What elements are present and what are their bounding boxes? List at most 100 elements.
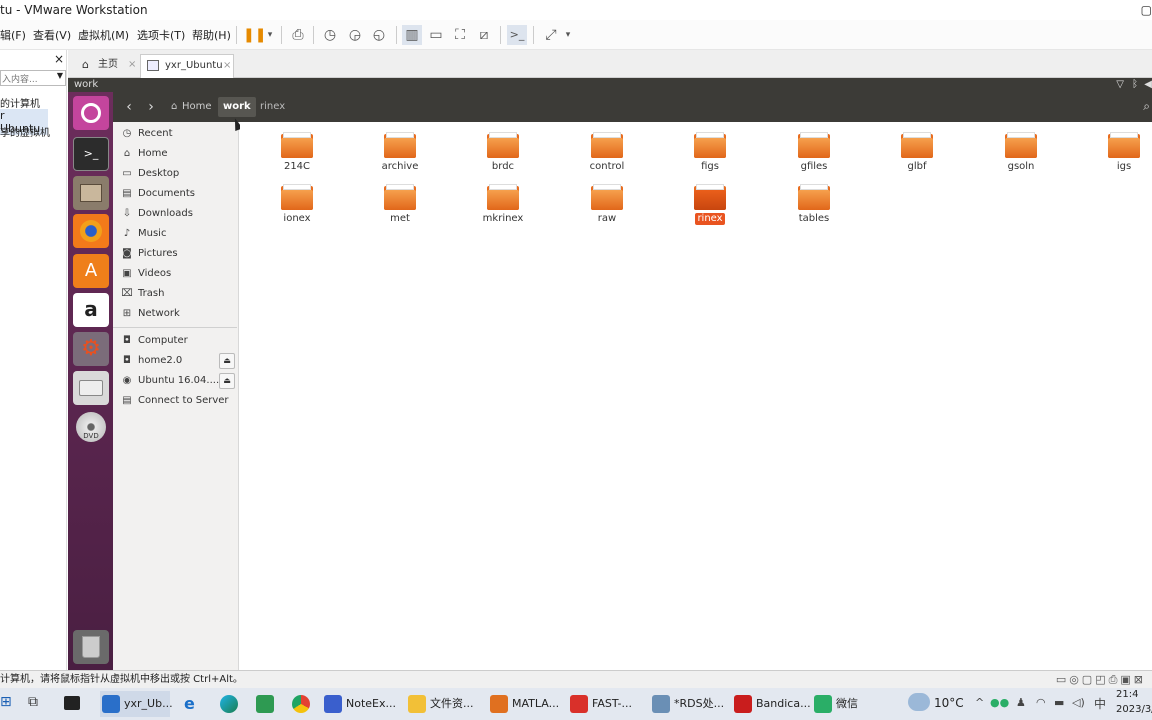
sidebar-item-ubuntu-disc[interactable]: ◉ Ubuntu 16.04.... ⏏ bbox=[113, 371, 237, 391]
settings-icon[interactable]: ⚙ bbox=[73, 332, 109, 366]
breadcrumb-rinex[interactable]: rinex bbox=[255, 97, 290, 117]
taskbar-item[interactable]: *RDS处... bbox=[650, 691, 724, 717]
speaker-icon[interactable]: ◁) bbox=[1072, 696, 1085, 709]
back-button[interactable]: ‹ bbox=[119, 97, 139, 117]
sidebar-item-downloads[interactable]: ⇩ Downloads bbox=[113, 204, 237, 224]
menu-tabs[interactable]: 选项卡(T) bbox=[137, 27, 185, 43]
chevron-up-icon[interactable]: ^ bbox=[975, 696, 984, 709]
unity-icon[interactable]: ⧄ bbox=[474, 25, 494, 45]
tray-icon[interactable]: ♟ bbox=[1016, 696, 1026, 709]
folder-item[interactable]: met bbox=[355, 174, 445, 224]
folder-item[interactable]: gsoln bbox=[976, 122, 1066, 172]
sidebar-item-pictures[interactable]: ◙ Pictures bbox=[113, 244, 237, 264]
close-icon[interactable]: × bbox=[128, 54, 136, 76]
folder-item[interactable]: 214C bbox=[252, 122, 342, 172]
folder-item[interactable]: gfiles bbox=[769, 122, 859, 172]
snapshot-manager-icon[interactable]: ◵ bbox=[369, 25, 389, 45]
menu-help[interactable]: 帮助(H) bbox=[192, 27, 231, 43]
library-item-my-computer[interactable]: 的计算机 bbox=[0, 95, 40, 110]
ime-indicator[interactable]: 中 bbox=[1094, 695, 1106, 712]
taskbar-item[interactable]: Bandica... bbox=[732, 691, 811, 717]
amazon-icon[interactable]: a bbox=[73, 293, 109, 327]
send-keys-icon[interactable]: ⎙ bbox=[288, 25, 308, 45]
search-icon[interactable]: ⌕ bbox=[1143, 99, 1150, 114]
speaker-icon[interactable]: ◀ bbox=[1144, 78, 1152, 92]
taskbar-item[interactable]: 文件资... bbox=[406, 691, 474, 717]
chevron-down-icon[interactable]: ▾ bbox=[260, 25, 280, 45]
dvd-icon[interactable]: DVD bbox=[73, 410, 109, 444]
tab-vm[interactable]: yxr_Ubuntu × bbox=[140, 54, 234, 78]
eject-icon[interactable]: ⏏ bbox=[219, 353, 235, 369]
sidebar-item-documents[interactable]: ▤ Documents bbox=[113, 184, 237, 204]
battery-icon[interactable]: ▬ bbox=[1054, 696, 1064, 709]
start-icon[interactable]: ⊞ bbox=[0, 694, 12, 710]
edge-icon[interactable] bbox=[220, 695, 238, 713]
wifi-icon[interactable]: ▽ bbox=[1116, 78, 1124, 92]
bluetooth-icon[interactable]: ᛒ bbox=[1132, 78, 1138, 92]
sidebar-item-music[interactable]: ♪ Music bbox=[113, 224, 237, 244]
revert-snapshot-icon[interactable]: ◶ bbox=[345, 25, 365, 45]
folder-item[interactable]: archive bbox=[355, 122, 445, 172]
taskbar-item[interactable]: yxr_Ub... bbox=[100, 691, 173, 717]
trash-icon[interactable] bbox=[73, 630, 109, 664]
sidebar-item-computer[interactable]: ◘ Computer bbox=[113, 331, 237, 351]
fullscreen-icon[interactable]: ⛶ bbox=[450, 25, 470, 45]
breadcrumb-home[interactable]: ⌂ Home bbox=[168, 97, 217, 117]
clock-time[interactable]: 21:4 bbox=[1116, 689, 1138, 700]
firefox-icon[interactable] bbox=[73, 214, 109, 248]
chevron-down-icon[interactable]: ▾ bbox=[558, 25, 578, 45]
drive-icon[interactable] bbox=[73, 371, 109, 405]
folder-item[interactable]: mkrinex bbox=[458, 174, 548, 224]
sidebar-item-trash[interactable]: ⌧ Trash bbox=[113, 284, 237, 304]
library-search[interactable]: 入内容... ▼ bbox=[0, 70, 66, 86]
folder-item[interactable]: ionex bbox=[252, 174, 342, 224]
sidebar-item-videos[interactable]: ▣ Videos bbox=[113, 264, 237, 284]
network-icon[interactable]: ◠ bbox=[1036, 696, 1046, 709]
eject-icon[interactable]: ⏏ bbox=[219, 373, 235, 389]
taskbar-item[interactable]: MATLA... bbox=[488, 691, 559, 717]
app-icon[interactable] bbox=[256, 695, 274, 713]
console-icon[interactable]: >_ bbox=[507, 25, 527, 45]
dash-icon[interactable] bbox=[73, 96, 109, 130]
menu-view[interactable]: 查看(V) bbox=[33, 27, 71, 43]
clock-date[interactable]: 2023/3/ bbox=[1116, 704, 1152, 715]
folder-item[interactable]: rinex bbox=[665, 174, 755, 225]
wechat-tray-icon[interactable]: ●● bbox=[990, 696, 1009, 709]
sidebar-item-network[interactable]: ⊞ Network bbox=[113, 304, 237, 324]
task-view-icon[interactable]: ⧉ bbox=[28, 694, 38, 710]
snapshot-icon[interactable]: ◷ bbox=[320, 25, 340, 45]
menu-edit[interactable]: 辑(F) bbox=[0, 27, 26, 43]
folder-item[interactable]: control bbox=[562, 122, 652, 172]
device-status-icons[interactable]: ▭◎▢◰⎙▣⊠ bbox=[1056, 671, 1146, 688]
folder-item[interactable]: brdc bbox=[458, 122, 548, 172]
files-icon[interactable] bbox=[73, 176, 109, 210]
sidebar-item-home2[interactable]: ◘ home2.0 ⏏ bbox=[113, 351, 237, 371]
sidebar-item-home[interactable]: ⌂ Home bbox=[113, 144, 237, 164]
thumbnail-view-icon[interactable]: ▭ bbox=[426, 25, 446, 45]
breadcrumb-work[interactable]: work bbox=[218, 97, 256, 117]
chevron-down-icon[interactable]: ▼ bbox=[57, 71, 63, 80]
menu-vm[interactable]: 虚拟机(M) bbox=[78, 27, 129, 43]
terminal-icon[interactable] bbox=[64, 696, 80, 710]
taskbar-item[interactable]: FAST-... bbox=[568, 691, 632, 717]
weather-temp[interactable]: 10°C bbox=[934, 696, 964, 710]
taskbar-item[interactable]: 微信 bbox=[812, 691, 858, 717]
maximize-icon[interactable]: ▢ bbox=[1141, 0, 1152, 20]
sidebar-item-recent[interactable]: ◷ Recent bbox=[113, 124, 237, 144]
chrome-icon[interactable] bbox=[292, 695, 310, 713]
forward-button[interactable]: › bbox=[141, 97, 161, 117]
folder-item[interactable]: raw bbox=[562, 174, 652, 224]
taskbar-item[interactable]: NoteEx... bbox=[322, 691, 396, 717]
folder-item[interactable]: igs bbox=[1079, 122, 1152, 172]
close-icon[interactable]: × bbox=[223, 55, 231, 77]
close-icon[interactable]: × bbox=[54, 52, 64, 66]
software-center-icon[interactable]: A bbox=[73, 254, 109, 288]
library-view-icon[interactable]: ▥ bbox=[402, 25, 422, 45]
ie-icon[interactable]: e bbox=[184, 694, 195, 713]
tab-home[interactable]: ⌂ 主页 × bbox=[74, 54, 138, 78]
folder-item[interactable]: glbf bbox=[872, 122, 962, 172]
folder-item[interactable]: tables bbox=[769, 174, 859, 224]
folder-item[interactable]: figs bbox=[665, 122, 755, 172]
sidebar-item-desktop[interactable]: ▭ Desktop bbox=[113, 164, 237, 184]
library-item-shared-vms[interactable]: 享的虚拟机 bbox=[0, 124, 50, 139]
